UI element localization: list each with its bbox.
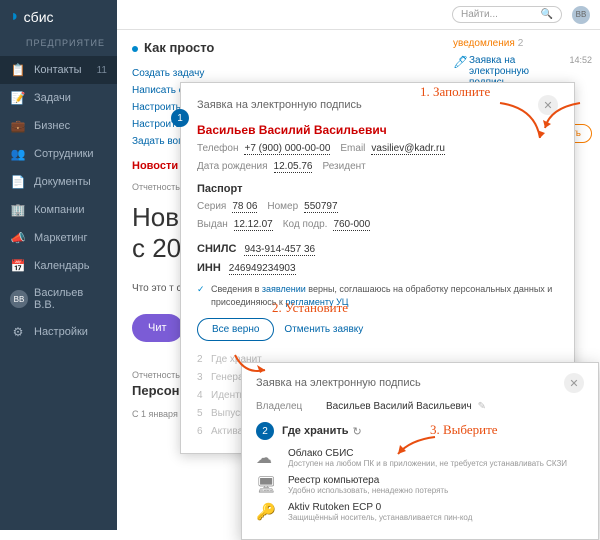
email-field[interactable]: vasiliev@kadr.ru <box>371 143 445 155</box>
sidebar-item-4[interactable]: 📄Документы <box>0 168 117 196</box>
storage-option[interactable]: 🖥Реестр компьютераУдобно использовать, н… <box>256 475 584 495</box>
sidebar-item-6[interactable]: 📣Маркетинг <box>0 224 117 252</box>
sidebar-item-1[interactable]: 📝Задачи <box>0 84 117 112</box>
phone-field[interactable]: +7 (900) 000-00-00 <box>244 143 330 155</box>
consent-checkbox[interactable]: Сведения в заявлении верны, соглашаюсь н… <box>197 283 558 308</box>
close-icon[interactable]: ✕ <box>538 95 558 115</box>
sidebar-item-2[interactable]: 💼Бизнес <box>0 112 117 140</box>
notif-title: уведомления <box>453 38 515 49</box>
applicant-name: Васильев Василий Васильевич <box>197 123 558 137</box>
inn-field[interactable]: 246949234903 <box>229 263 296 275</box>
logo[interactable]: ◗сбис <box>0 0 117 34</box>
search-icon: 🔍 <box>541 9 553 20</box>
series-field[interactable]: 78 06 <box>232 201 257 213</box>
confirm-button[interactable]: Все верно <box>197 318 274 341</box>
topbar: Найти...🔍 ВВ <box>117 0 600 30</box>
edit-icon[interactable]: ✎ <box>478 401 486 412</box>
step-2-badge: 2 <box>256 422 274 440</box>
issued-field[interactable]: 12.12.07 <box>234 219 273 231</box>
close-icon[interactable]: ✕ <box>564 373 584 393</box>
storage-option[interactable]: 🔑Aktiv Rutoken ECP 0Защищённый носитель,… <box>256 502 584 522</box>
number-field[interactable]: 550797 <box>304 201 337 213</box>
help-icon[interactable]: ↻ <box>352 425 361 438</box>
sidebar-item-5[interactable]: 🏢Компании <box>0 196 117 224</box>
dob-field[interactable]: 12.05.76 <box>274 161 313 173</box>
sidebar-item-9[interactable]: ⚙Настройки <box>0 318 117 346</box>
read-button[interactable]: Чит <box>132 314 183 342</box>
sidebar-item-7[interactable]: 📅Календарь <box>0 252 117 280</box>
search-input[interactable]: Найти...🔍 <box>452 6 562 23</box>
user-avatar[interactable]: ВВ <box>572 6 590 24</box>
sidebar: ◗сбис ПРЕДПРИЯТИЕ 📋Контакты11📝Задачи💼Биз… <box>0 0 117 530</box>
dept-field[interactable]: 760-000 <box>333 219 370 231</box>
sidebar-item-3[interactable]: 👥Сотрудники <box>0 140 117 168</box>
logo-icon: ◗ <box>10 8 20 26</box>
storage-option[interactable]: ☁Облако СБИСДоступен на любом ПК и в при… <box>256 448 584 468</box>
sidebar-item-8[interactable]: ВВВасильев В.В. <box>0 280 117 318</box>
cancel-button[interactable]: Отменить заявку <box>284 324 363 335</box>
sidebar-item-0[interactable]: 📋Контакты11 <box>0 56 117 84</box>
enterprise-label: ПРЕДПРИЯТИЕ <box>0 34 117 56</box>
dialog-storage: Заявка на электронную подпись ✕ Владелец… <box>241 362 599 540</box>
step-1-badge: 1 <box>171 109 189 127</box>
snils-field[interactable]: 943-914-457 36 <box>244 244 315 256</box>
